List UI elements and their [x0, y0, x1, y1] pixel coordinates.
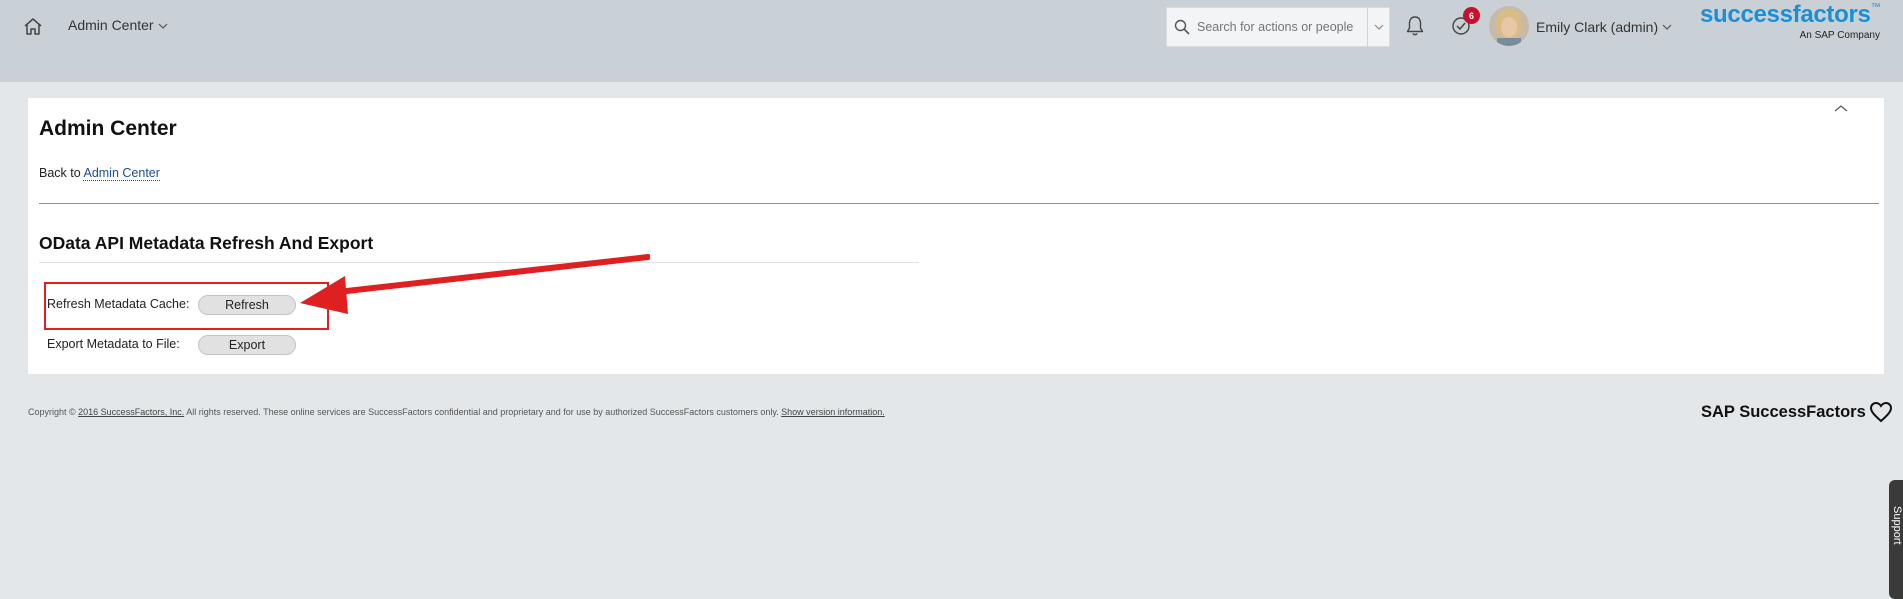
search-input[interactable] [1197, 20, 1369, 34]
user-name: Emily Clark (admin) [1536, 19, 1659, 35]
footer-brand: SAP SuccessFactors [1701, 402, 1866, 421]
show-version-link[interactable]: Show version information. [781, 407, 885, 417]
logo-subtitle: An SAP Company [1799, 30, 1880, 41]
search-dropdown-toggle[interactable] [1367, 8, 1389, 46]
divider [39, 203, 1879, 204]
back-prefix: Back to [39, 166, 84, 180]
support-label: Support [1891, 506, 1903, 545]
search-icon [1174, 19, 1190, 35]
search-box [1166, 7, 1390, 47]
notifications-button[interactable] [1404, 14, 1426, 38]
admin-center-nav-menu[interactable]: Admin Center [68, 17, 168, 33]
todo-count-badge: 6 [1463, 7, 1480, 24]
bell-icon [1406, 16, 1424, 36]
home-icon[interactable] [20, 14, 46, 40]
avatar[interactable] [1489, 6, 1529, 46]
heart-icon [1869, 401, 1892, 423]
copyright-text: All rights reserved. These online servic… [184, 407, 782, 417]
page-title: Admin Center [39, 117, 177, 140]
refresh-button[interactable]: Refresh [198, 295, 296, 315]
logo-wordmark: successfactors [1700, 1, 1871, 28]
chevron-down-icon [1662, 24, 1672, 30]
export-button[interactable]: Export [198, 335, 296, 355]
nav-title: Admin Center [68, 17, 154, 33]
successfactors-logo: successfactors™ An SAP Company [1700, 2, 1896, 44]
user-menu[interactable]: Emily Clark (admin) [1536, 19, 1672, 35]
refresh-metadata-label: Refresh Metadata Cache: [47, 297, 190, 311]
annotation-arrow [300, 254, 650, 314]
company-link[interactable]: 2016 SuccessFactors, Inc. [78, 407, 184, 417]
sap-successfactors-logo: SAP SuccessFactors [1701, 401, 1893, 423]
logo-trademark: ™ [1870, 2, 1881, 13]
chevron-down-icon [1374, 24, 1383, 30]
support-tab[interactable]: Support [1889, 480, 1903, 599]
back-navigation: Back to Admin Center [39, 166, 160, 181]
copyright-notice: Copyright © 2016 SuccessFactors, Inc. Al… [28, 407, 885, 417]
chevron-down-icon [158, 23, 168, 29]
copyright-prefix: Copyright © [28, 407, 79, 417]
collapse-button[interactable] [1828, 100, 1854, 116]
chevron-up-icon [1834, 105, 1848, 112]
export-metadata-label: Export Metadata to File: [47, 337, 180, 351]
top-navigation-bar [0, 0, 1903, 82]
admin-center-link[interactable]: Admin Center [83, 166, 160, 181]
